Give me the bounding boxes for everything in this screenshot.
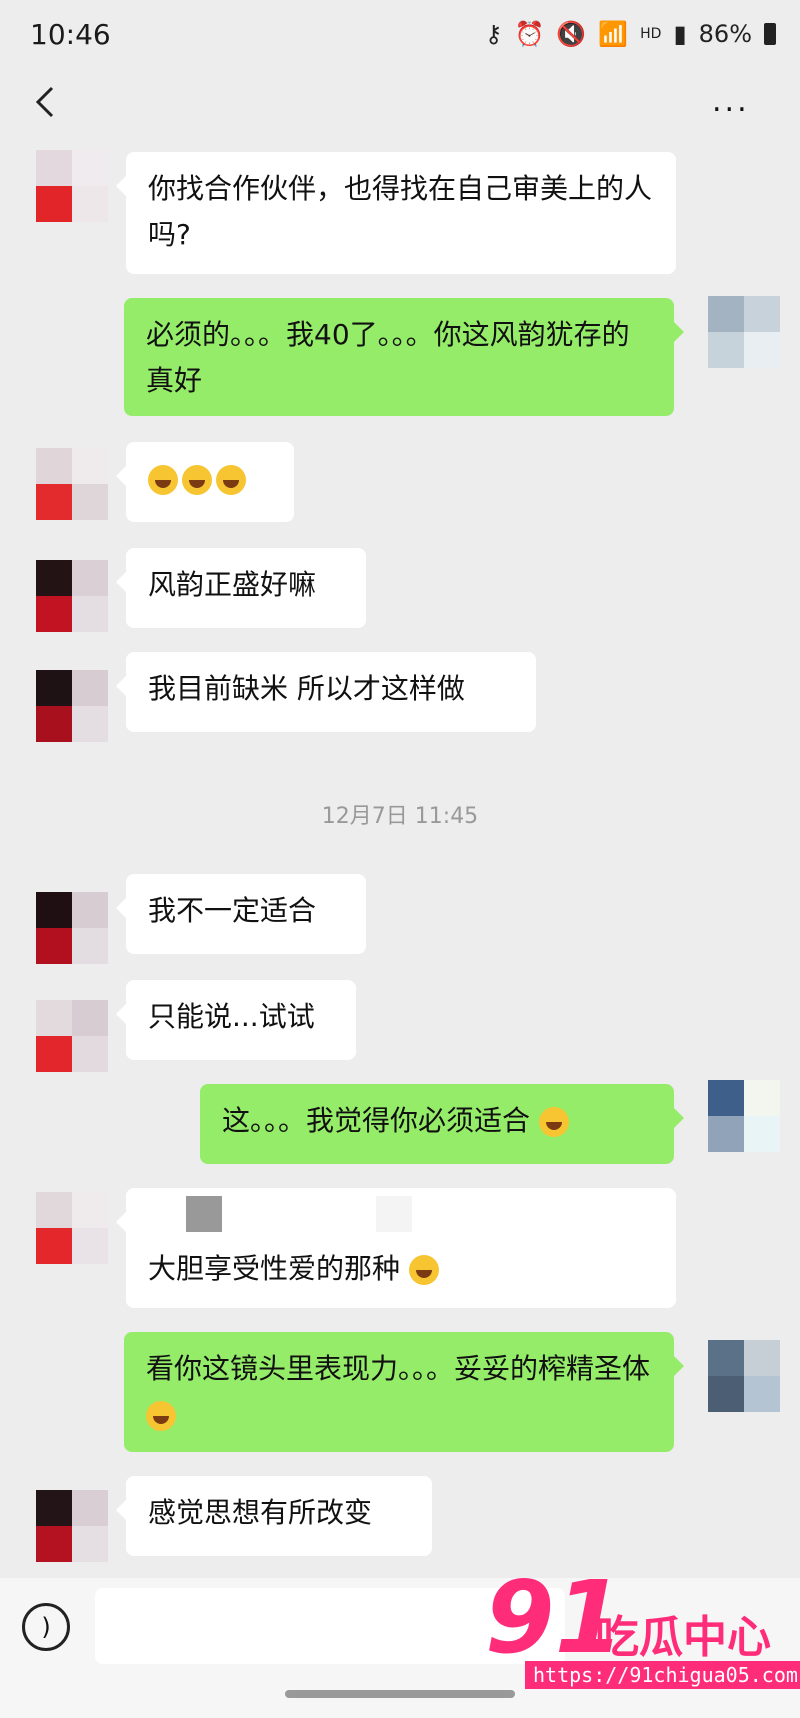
chat-timestamp: 12月7日 11:45 xyxy=(321,804,479,829)
message-text: 我不一定适合 xyxy=(148,894,317,927)
message-bubble[interactable]: 风韵正盛好嘛 xyxy=(116,548,366,628)
message-text: 只能说...试试 xyxy=(148,1000,315,1033)
status-time: 10:46 xyxy=(30,18,111,51)
watermark-brand: 吃瓜中心 xyxy=(595,1612,771,1663)
laughing-crying-emoji-icon xyxy=(538,1107,569,1137)
avatar[interactable] xyxy=(36,560,108,632)
chat-header: ... xyxy=(0,72,800,134)
message-bubble[interactable]: 只能说...试试 xyxy=(116,980,356,1060)
network-label: HD xyxy=(640,26,662,42)
thinking-emoji-icon xyxy=(408,1255,439,1285)
battery-percent: 86% xyxy=(698,20,752,48)
message-bubble[interactable]: 必须的。。。我40了。。。你这风韵犹存的真好 xyxy=(124,298,684,416)
status-icons: ⚷ ⏰ 🔇 📶 HD ▮ 86% xyxy=(485,20,776,48)
watermark: 91 吃瓜中心 https://91chigua05.com xyxy=(485,1563,800,1693)
message-bubble[interactable]: 我目前缺米 所以才这样做 xyxy=(116,652,536,732)
laughing-crying-emoji-icon xyxy=(146,1401,176,1431)
message-bubble[interactable] xyxy=(116,442,294,522)
message-text: 看你这镜头里表现力。。。妥妥的榨精圣体 xyxy=(146,1352,651,1385)
censored-block xyxy=(186,1196,222,1232)
avatar[interactable] xyxy=(36,1192,108,1264)
avatar-self[interactable] xyxy=(708,1080,780,1152)
avatar[interactable] xyxy=(36,448,108,520)
more-button[interactable]: ... xyxy=(712,84,762,120)
avatar[interactable] xyxy=(36,670,108,742)
laughing-crying-emoji-icon xyxy=(148,465,178,495)
message-bubble[interactable]: 感觉思想有所改变 xyxy=(116,1476,432,1556)
avatar[interactable] xyxy=(36,1000,108,1072)
battery-icon xyxy=(764,23,776,45)
chevron-left-icon xyxy=(35,86,54,118)
avatar-self[interactable] xyxy=(708,296,780,368)
voice-icon: ) xyxy=(41,1613,51,1641)
message-text: 你找合作伙伴，也得找在自己审美上的人吗? xyxy=(148,172,653,251)
voice-input-button[interactable]: ) xyxy=(22,1603,70,1651)
watermark-url: https://91chigua05.com xyxy=(525,1661,800,1689)
censored-block xyxy=(376,1196,412,1232)
message-text: 大胆享受性爱的那种 xyxy=(148,1252,401,1285)
back-button[interactable] xyxy=(28,82,68,122)
avatar[interactable] xyxy=(36,150,108,222)
signal-icon: ▮ xyxy=(673,20,687,48)
avatar[interactable] xyxy=(36,1490,108,1562)
message-bubble[interactable]: 我不一定适合 xyxy=(116,874,366,954)
message-bubble[interactable]: 这。。。我觉得你必须适合 xyxy=(200,1084,684,1164)
message-text: 我目前缺米 所以才这样做 xyxy=(148,672,465,705)
avatar-self[interactable] xyxy=(708,1340,780,1412)
message-bubble[interactable]: 大胆享受性爱的那种 xyxy=(116,1188,676,1308)
laughing-crying-emoji-icon xyxy=(216,465,246,495)
alarm-icon: ⏰ xyxy=(514,20,545,48)
message-text: 这。。。我觉得你必须适合 xyxy=(222,1104,531,1137)
status-bar: 10:46 ⚷ ⏰ 🔇 📶 HD ▮ 86% xyxy=(0,0,800,72)
avatar[interactable] xyxy=(36,892,108,964)
wifi-icon: 📶 xyxy=(598,20,629,48)
message-bubble[interactable]: 看你这镜头里表现力。。。妥妥的榨精圣体 xyxy=(124,1332,684,1452)
message-text: 风韵正盛好嘛 xyxy=(148,568,317,601)
message-bubble[interactable]: 你找合作伙伴，也得找在自己审美上的人吗? xyxy=(116,152,676,274)
message-text: 感觉思想有所改变 xyxy=(148,1496,373,1529)
mute-icon: 🔇 xyxy=(556,20,587,48)
message-text: 必须的。。。我40了。。。你这风韵犹存的真好 xyxy=(146,318,630,397)
key-icon: ⚷ xyxy=(484,20,503,48)
laughing-crying-emoji-icon xyxy=(182,465,212,495)
home-indicator[interactable] xyxy=(285,1690,515,1698)
